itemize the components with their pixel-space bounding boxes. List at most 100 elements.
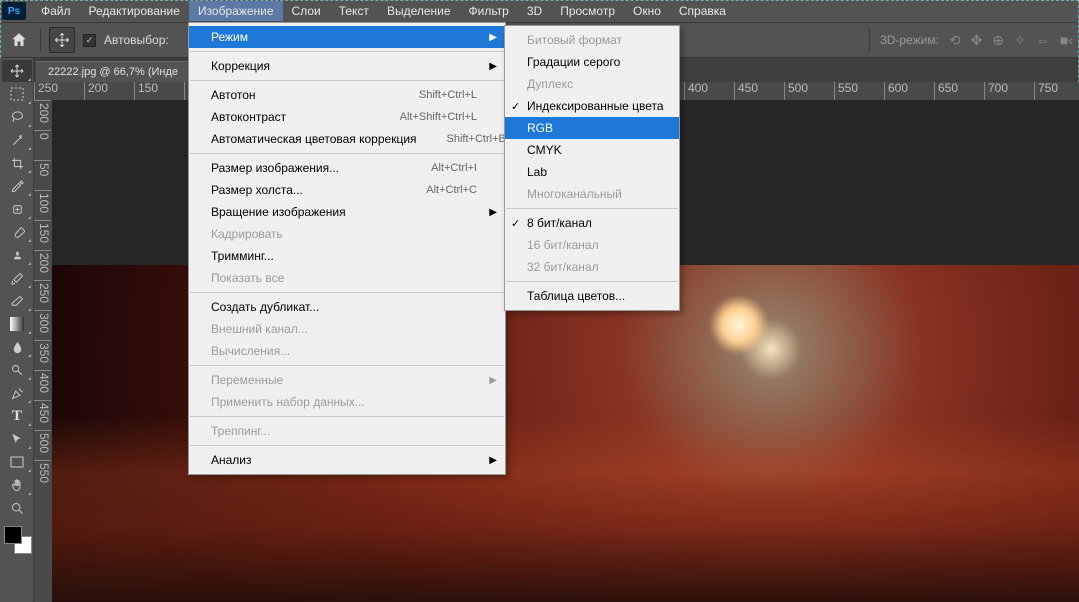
menu-item-label: Индексированные цвета bbox=[527, 99, 664, 113]
document-tab[interactable]: 22222.jpg @ 66,7% (Инде bbox=[36, 61, 190, 82]
color-swatches[interactable] bbox=[4, 526, 32, 554]
menu-item-label: 8 бит/канал bbox=[527, 216, 592, 230]
menu-3d[interactable]: 3D bbox=[518, 1, 551, 21]
blur-tool[interactable] bbox=[2, 336, 32, 358]
menu-window[interactable]: Окно bbox=[624, 1, 670, 21]
menu-separator bbox=[190, 292, 504, 293]
menu-item-grayscale[interactable]: Градации серого bbox=[505, 51, 679, 73]
menu-separator bbox=[190, 51, 504, 52]
move-tool-icon[interactable] bbox=[49, 27, 75, 53]
move-tool[interactable] bbox=[2, 60, 32, 82]
marquee-tool[interactable] bbox=[2, 83, 32, 105]
history-brush-tool[interactable] bbox=[2, 267, 32, 289]
menu-item-label: Режим bbox=[211, 30, 248, 44]
image-content bbox=[709, 295, 769, 355]
menu-item-autocolor[interactable]: Автоматическая цветовая коррекцияShift+C… bbox=[189, 128, 505, 150]
menu-item-analysis[interactable]: Анализ▶ bbox=[189, 449, 505, 471]
zoom-tool[interactable] bbox=[2, 497, 32, 519]
menu-item-autotone[interactable]: Автотон Shift+Ctrl+L bbox=[189, 84, 505, 106]
menu-item-cmyk[interactable]: CMYK bbox=[505, 139, 679, 161]
menu-item-label: Анализ bbox=[211, 453, 252, 467]
menu-item-16bit: 16 бит/канал bbox=[505, 234, 679, 256]
menu-item-lab[interactable]: Lab bbox=[505, 161, 679, 183]
scale-icon[interactable]: ✧ bbox=[1014, 32, 1026, 49]
menu-separator bbox=[190, 416, 504, 417]
brush-tool[interactable] bbox=[2, 221, 32, 243]
menu-item-32bit: 32 бит/канал bbox=[505, 256, 679, 278]
menu-filter[interactable]: Фильтр bbox=[460, 1, 518, 21]
menu-item-label: Кадрировать bbox=[211, 227, 283, 241]
menu-item-autocontrast[interactable]: Автоконтраст Alt+Shift+Ctrl+L bbox=[189, 106, 505, 128]
menu-help[interactable]: Справка bbox=[670, 1, 735, 21]
dolly-icon[interactable]: ⊕ bbox=[992, 32, 1004, 49]
path-selection-tool[interactable] bbox=[2, 428, 32, 450]
menu-item-label: Многоканальный bbox=[527, 187, 622, 201]
menu-item-rotation[interactable]: Вращение изображения▶ bbox=[189, 201, 505, 223]
pen-tool[interactable] bbox=[2, 382, 32, 404]
menu-item-label: Автоконтраст bbox=[211, 110, 286, 124]
clone-stamp-tool[interactable] bbox=[2, 244, 32, 266]
menu-item-colortable[interactable]: Таблица цветов... bbox=[505, 285, 679, 307]
foreground-color-swatch[interactable] bbox=[4, 526, 22, 544]
menu-item-applydata: Применить набор данных... bbox=[189, 391, 505, 413]
menu-item-label: Тримминг... bbox=[211, 249, 274, 263]
lasso-tool[interactable] bbox=[2, 106, 32, 128]
mode-submenu: Битовый формат Градации серого Дуплекс ✓… bbox=[504, 25, 680, 311]
menu-item-trim[interactable]: Тримминг... bbox=[189, 245, 505, 267]
mode3d-section: 3D-режим: ⟲ ✥ ⊕ ✧ ⇔ ■‹ bbox=[869, 29, 1073, 51]
menu-edit[interactable]: Редактирование bbox=[80, 1, 189, 21]
menu-item-mode[interactable]: Режим ▶ bbox=[189, 26, 505, 48]
camera-icon[interactable]: ■‹ bbox=[1060, 32, 1073, 48]
check-icon: ✓ bbox=[511, 100, 520, 113]
shortcut-label: Alt+Ctrl+I bbox=[431, 162, 477, 174]
eraser-tool[interactable] bbox=[2, 290, 32, 312]
submenu-arrow-icon: ▶ bbox=[489, 61, 497, 72]
menu-item-duplicate[interactable]: Создать дубликат... bbox=[189, 296, 505, 318]
menu-item-canvassize[interactable]: Размер холста...Alt+Ctrl+C bbox=[189, 179, 505, 201]
menu-item-label: Размер изображения... bbox=[211, 161, 339, 175]
healing-brush-tool[interactable] bbox=[2, 198, 32, 220]
crop-tool[interactable] bbox=[2, 152, 32, 174]
menu-item-crop: Кадрировать bbox=[189, 223, 505, 245]
mode3d-label: 3D-режим: bbox=[880, 33, 939, 47]
menu-image[interactable]: Изображение bbox=[189, 1, 283, 21]
submenu-arrow-icon: ▶ bbox=[489, 32, 497, 43]
rectangle-tool[interactable] bbox=[2, 451, 32, 473]
orbit-icon[interactable]: ⟲ bbox=[949, 32, 961, 49]
hand-tool[interactable] bbox=[2, 474, 32, 496]
menu-item-imagesize[interactable]: Размер изображения... Alt+Ctrl+I bbox=[189, 157, 505, 179]
separator bbox=[40, 29, 41, 51]
menu-item-label: Коррекция bbox=[211, 59, 270, 73]
menu-layers[interactable]: Слои bbox=[283, 1, 330, 21]
menu-item-label: Вращение изображения bbox=[211, 205, 346, 219]
magic-wand-tool[interactable] bbox=[2, 129, 32, 151]
shortcut-label: Alt+Ctrl+C bbox=[426, 184, 477, 196]
menu-item-label: Создать дубликат... bbox=[211, 300, 319, 314]
pan-icon[interactable]: ✥ bbox=[971, 32, 983, 49]
shortcut-label: Alt+Shift+Ctrl+L bbox=[400, 111, 477, 123]
type-tool[interactable]: T bbox=[2, 405, 32, 427]
menu-file[interactable]: Файл bbox=[32, 1, 80, 21]
home-icon[interactable] bbox=[6, 27, 32, 53]
menu-item-8bit[interactable]: ✓8 бит/канал bbox=[505, 212, 679, 234]
gradient-tool[interactable] bbox=[2, 313, 32, 335]
menu-separator bbox=[190, 80, 504, 81]
menu-item-label: CMYK bbox=[527, 143, 562, 157]
menu-item-rgb[interactable]: RGB bbox=[505, 117, 679, 139]
menu-text[interactable]: Текст bbox=[330, 1, 378, 21]
menu-item-label: Автотон bbox=[211, 88, 256, 102]
menu-item-label: Переменные bbox=[211, 373, 283, 387]
menu-select[interactable]: Выделение bbox=[378, 1, 460, 21]
slide-icon[interactable]: ⇔ bbox=[1036, 32, 1050, 48]
menu-item-correction[interactable]: Коррекция ▶ bbox=[189, 55, 505, 77]
menu-view[interactable]: Просмотр bbox=[551, 1, 624, 21]
menu-separator bbox=[506, 208, 678, 209]
shortcut-label: Shift+Ctrl+L bbox=[419, 89, 477, 101]
dodge-tool[interactable] bbox=[2, 359, 32, 381]
submenu-arrow-icon: ▶ bbox=[489, 375, 497, 386]
photoshop-logo-icon: Ps bbox=[2, 2, 26, 20]
autoselect-checkbox[interactable]: ✓ bbox=[83, 34, 96, 47]
menu-item-indexed[interactable]: ✓ Индексированные цвета bbox=[505, 95, 679, 117]
menu-item-label: Применить набор данных... bbox=[211, 395, 365, 409]
eyedropper-tool[interactable] bbox=[2, 175, 32, 197]
